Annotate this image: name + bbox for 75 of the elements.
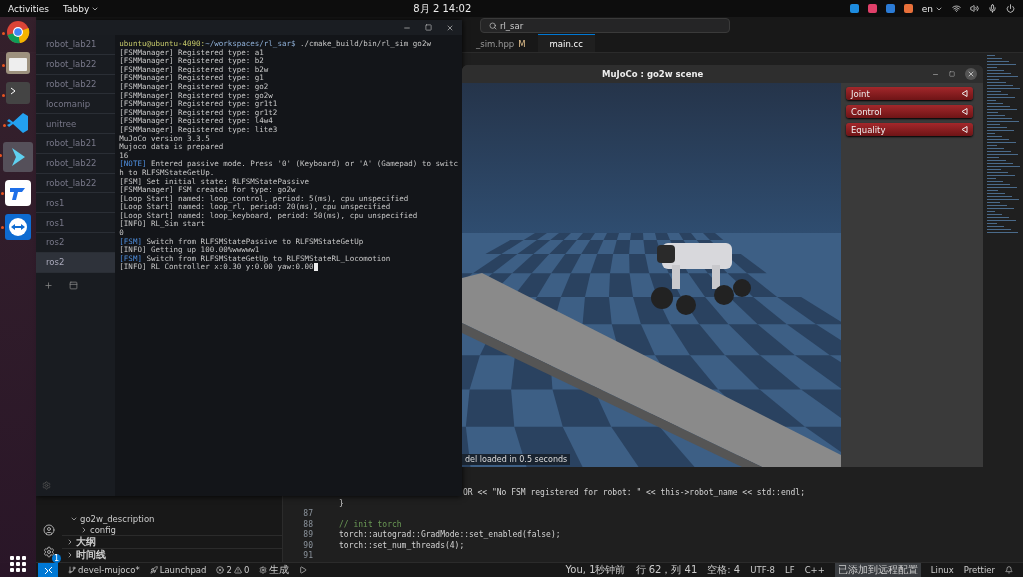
- line-number: 88: [302, 519, 314, 529]
- panel-header[interactable]: 时间线: [62, 548, 282, 561]
- close-icon[interactable]: [446, 23, 454, 32]
- status-item[interactable]: 已添加到远程配置: [834, 563, 921, 577]
- status-item[interactable]: Prettier: [963, 565, 995, 575]
- text-cursor: [313, 263, 318, 272]
- rocket-icon: [149, 566, 158, 574]
- remote-icon: [43, 565, 53, 575]
- branch-icon: [68, 566, 76, 574]
- clock[interactable]: 8月 2 14:02: [413, 1, 472, 16]
- window-title: MuJoCo : go2w scene: [602, 69, 704, 79]
- warning-icon: [233, 566, 242, 574]
- code-line: // init torch: [339, 519, 402, 529]
- remote-app-icon[interactable]: [5, 180, 31, 206]
- build-item[interactable]: 生成: [259, 563, 290, 577]
- gear-icon: [259, 566, 268, 574]
- status-item[interactable]: 空格: 4: [707, 563, 741, 577]
- status-item[interactable]: LF: [785, 565, 795, 575]
- language-menu[interactable]: en: [921, 3, 943, 14]
- maximize-icon[interactable]: [949, 71, 955, 77]
- settings-icon[interactable]: [43, 546, 55, 558]
- folder-icon[interactable]: [6, 52, 30, 74]
- status-item[interactable]: 行 62，列 41: [635, 563, 698, 577]
- status-item[interactable]: Linux: [930, 565, 954, 575]
- notifications-icon[interactable]: [1005, 566, 1013, 574]
- microphone-icon[interactable]: [988, 4, 997, 13]
- remote-button[interactable]: [38, 563, 58, 577]
- triangle-icon: [961, 108, 968, 115]
- section-button[interactable]: Joint: [846, 87, 973, 100]
- tree-item[interactable]: go2w_description: [62, 513, 282, 524]
- triangle-icon: [961, 90, 968, 97]
- close-button[interactable]: [965, 68, 977, 80]
- line-number: 91: [302, 551, 314, 561]
- maximize-icon[interactable]: [425, 24, 432, 31]
- apps-grid-icon[interactable]: [10, 556, 26, 572]
- error-icon: [216, 566, 225, 574]
- code-line: }: [339, 498, 344, 508]
- terminal-icon[interactable]: [6, 82, 30, 104]
- line-number: 90: [302, 540, 314, 550]
- code-editor-icon[interactable]: [7, 112, 29, 134]
- add-icon[interactable]: [44, 280, 53, 290]
- code-line: torch::set_num_threads(4);: [339, 540, 465, 550]
- status-item[interactable]: You, 1秒钟前: [565, 563, 626, 577]
- run-icon[interactable]: [299, 566, 308, 574]
- line-number: 89: [302, 530, 314, 540]
- search-icon: [489, 21, 497, 30]
- remote-control-icon[interactable]: [5, 214, 31, 240]
- app-menu[interactable]: Tabby: [63, 3, 100, 14]
- activities-button[interactable]: Activities: [8, 3, 50, 14]
- status-item[interactable]: UTF-8: [750, 565, 775, 575]
- network-icon[interactable]: [952, 4, 961, 13]
- profile-item[interactable]: ros2: [36, 252, 116, 273]
- editor-tab[interactable]: main.cc: [537, 34, 595, 52]
- code-line: OR << "No FSM registered for robot: " << this->robot_name << std::endl;: [462, 488, 805, 498]
- status-message: del loaded in 0.5 seconds: [462, 454, 571, 465]
- chevron-app-icon[interactable]: [3, 142, 33, 172]
- browser-icon[interactable]: [6, 20, 30, 44]
- panel-header[interactable]: 大纲: [62, 535, 282, 548]
- close-icon: [967, 70, 975, 78]
- section-button[interactable]: Equality: [846, 123, 973, 136]
- power-icon[interactable]: [1006, 4, 1015, 13]
- account-icon[interactable]: [43, 524, 55, 536]
- notification-badge: 1: [51, 554, 61, 563]
- search-field[interactable]: rl_sar: [480, 18, 730, 33]
- section-button[interactable]: Control: [846, 105, 973, 118]
- code-line: torch::autograd::GradMode::set_enabled(false);: [339, 530, 561, 540]
- launchpad-item[interactable]: Launchpad: [149, 565, 207, 575]
- line-number: 87: [302, 509, 314, 519]
- branch-item[interactable]: devel-mujoco*: [68, 565, 140, 575]
- tree-item[interactable]: config: [62, 524, 282, 535]
- volume-icon[interactable]: [970, 4, 979, 13]
- problems-item[interactable]: 2 0: [216, 565, 250, 575]
- status-item[interactable]: C++: [804, 565, 825, 575]
- window-icon[interactable]: [69, 280, 78, 290]
- triangle-icon: [961, 126, 968, 133]
